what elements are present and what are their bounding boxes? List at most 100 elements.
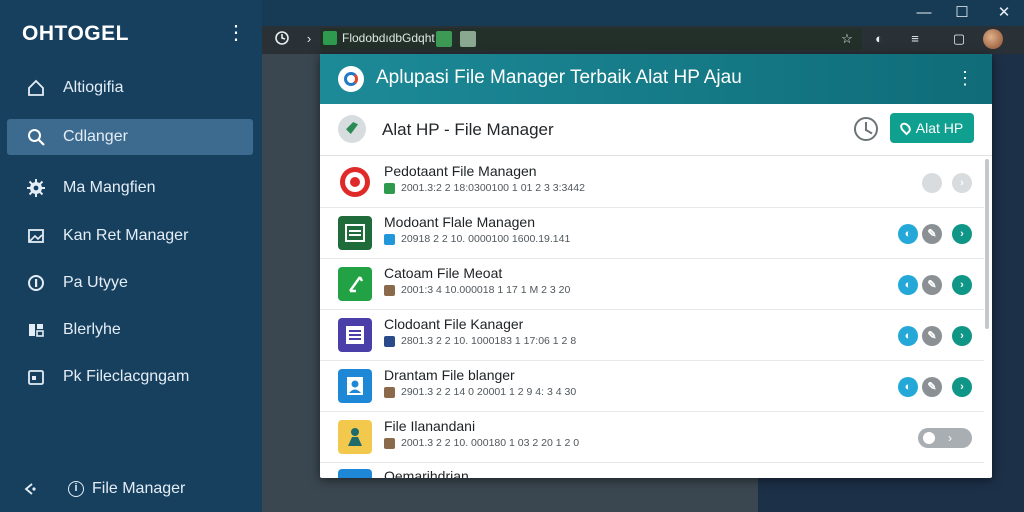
file-name: Drantam File blanger [384, 367, 515, 383]
user-file-icon [338, 369, 372, 403]
dialog-title: Aplupasi File Manager Terbaik Alat HP Aj… [376, 67, 742, 88]
alat-hp-button-label: Alat HP [915, 120, 964, 136]
file-type-icon [384, 335, 395, 347]
location-pin-icon [897, 120, 913, 136]
clock-icon[interactable] [854, 117, 878, 141]
file-meta: 2001:3 4 10.000018 1 17 1 M 2 3 20 [384, 284, 570, 296]
sync-button[interactable]: ◐ [898, 275, 918, 295]
file-meta: 2001.3:2 2 18:0300100 1 01 2 3 3:3442 [384, 182, 585, 194]
file-meta-text: 2801.3 2 2 10. 1000183 1 17:06 1 2 8 [401, 335, 577, 347]
file-type-icon [384, 233, 395, 245]
file-meta: 2001.3 2 2 10. 000180 1 03 2 20 1 2 0 [384, 437, 579, 449]
star-icon[interactable]: ☆ [838, 30, 856, 48]
sidebar-item-label: Pk Fileclacgngam [63, 368, 190, 385]
calendar-icon [25, 366, 47, 388]
file-type-icon [384, 284, 395, 296]
open-button[interactable]: › [952, 326, 972, 346]
sidebar-item-label: Pa Utyye [63, 274, 128, 291]
sidebar-item-2[interactable]: Ma Mangfien [7, 170, 253, 206]
target-icon [338, 165, 372, 199]
alat-hp-button[interactable]: Alat HP [890, 113, 974, 143]
edit-button[interactable]: ✎ [922, 377, 942, 397]
list-item[interactable]: Catoam File Meoat 2001:3 4 10.000018 1 1… [320, 259, 984, 310]
file-meta-text: 2001:3 4 10.000018 1 17 1 M 2 3 20 [401, 284, 571, 296]
open-button[interactable]: › [952, 224, 972, 244]
address-text[interactable]: FlodobdıdbGdqht [342, 31, 435, 45]
search-icon [25, 126, 47, 148]
file-list: Pedotaant File Managen 2001.3:2 2 18:030… [320, 157, 984, 478]
file-meta: 20918 2 2 10. 0000100 1600.19.141 [384, 233, 570, 245]
sync-button[interactable]: ◐ [898, 377, 918, 397]
open-button[interactable]: › [952, 377, 972, 397]
list-doc-icon [338, 318, 372, 352]
list-item[interactable]: Modoant Flale Managen 20918 2 2 10. 0000… [320, 208, 984, 259]
app-logo-icon [338, 66, 364, 92]
sidebar-item-label: Cdlanger [63, 128, 128, 145]
list-item[interactable]: Drantam File blanger 2901.3 2 2 14 0 200… [320, 361, 984, 412]
sync-button[interactable]: ◐ [898, 326, 918, 346]
forward-icon[interactable]: › [300, 30, 318, 48]
shield-icon[interactable]: ◐ [870, 30, 888, 48]
footer-label: File Manager [92, 480, 186, 497]
file-name: Pedotaant File Managen [384, 163, 537, 179]
gear-icon [25, 177, 47, 199]
status-icon[interactable] [922, 173, 942, 193]
open-button[interactable]: › [952, 173, 972, 193]
edit-button[interactable]: ✎ [922, 326, 942, 346]
file-name: Oemarihdrian [384, 468, 469, 478]
toggle-switch[interactable]: › [918, 428, 972, 448]
close-button[interactable]: ✕ [994, 3, 1014, 23]
sidebar-item-label: Ma Mangfien [63, 179, 156, 196]
tool-icon [338, 115, 366, 143]
list-item[interactable]: Pedotaant File Managen 2001.3:2 2 18:030… [320, 157, 984, 208]
file-name: Catoam File Meoat [384, 265, 503, 281]
sidebar-item-label: Blerlyhe [63, 321, 121, 338]
sidebar-item-1[interactable]: Cdlanger [7, 119, 253, 155]
browser-titlebar [262, 0, 1024, 26]
sidebar-item-3[interactable]: Kan Ret Manager [7, 218, 253, 254]
extension-icon[interactable] [460, 31, 476, 47]
minimize-button[interactable]: — [914, 3, 934, 23]
list-item[interactable]: File Ilanandani 2001.3 2 2 10. 000180 1 … [320, 412, 984, 463]
file-meta-text: 20918 2 2 10. 0000100 1600.19.141 [401, 233, 571, 245]
pen-icon [338, 267, 372, 301]
brand-logo: OHTOGEL [22, 22, 129, 45]
grid-icon [25, 319, 47, 341]
square-icon[interactable]: ▢ [950, 30, 968, 48]
dialog-more-icon[interactable]: ⋮ [956, 68, 974, 89]
open-button[interactable]: › [952, 275, 972, 295]
edit-button[interactable]: ✎ [922, 275, 942, 295]
dialog-subheader: Alat HP - File Manager Alat HP [320, 104, 992, 156]
file-meta: 2801.3 2 2 10. 1000183 1 17:06 1 2 8 [384, 335, 576, 347]
info-icon: i [68, 481, 84, 497]
avatar[interactable] [983, 29, 1003, 49]
file-manager-dialog: Aplupasi File Manager Terbaik Alat HP Aj… [320, 54, 992, 478]
history-icon[interactable] [273, 30, 291, 48]
sidebar-item-0[interactable]: Altiogifia [7, 70, 253, 106]
edit-button[interactable]: ✎ [922, 224, 942, 244]
list-item[interactable]: Oemarihdrian [320, 463, 984, 478]
maximize-button[interactable]: ☐ [952, 3, 972, 23]
scrollbar[interactable] [985, 159, 989, 329]
sidebar-footer[interactable]: i File Manager [22, 476, 185, 502]
file-type-icon [384, 437, 395, 449]
subheader-title: Alat HP - File Manager [382, 120, 554, 139]
site-favicon-icon [323, 31, 337, 45]
sidebar-item-6[interactable]: Pk Fileclacgngam [7, 359, 253, 395]
file-meta: 2901.3 2 2 14 0 20001 1 2 9 4: 3 4 30 [384, 386, 576, 398]
document-icon [338, 216, 372, 250]
file-type-icon [384, 386, 395, 398]
file-type-icon [384, 182, 395, 194]
sidebar-item-4[interactable]: Pa Utyye [7, 265, 253, 301]
menu-lines-icon[interactable]: ≡ [906, 30, 924, 48]
extension-icon[interactable] [436, 31, 452, 47]
list-item[interactable]: Clodoant File Kanager 2801.3 2 2 10. 100… [320, 310, 984, 361]
file-icon [338, 469, 372, 478]
home-icon [25, 77, 47, 99]
file-name: File Ilanandani [384, 418, 476, 434]
figure-icon [338, 420, 372, 454]
sync-button[interactable]: ◐ [898, 224, 918, 244]
info-circle-icon [25, 272, 47, 294]
more-icon[interactable]: ⋮ [226, 22, 246, 44]
sidebar-item-5[interactable]: Blerlyhe [7, 312, 253, 348]
